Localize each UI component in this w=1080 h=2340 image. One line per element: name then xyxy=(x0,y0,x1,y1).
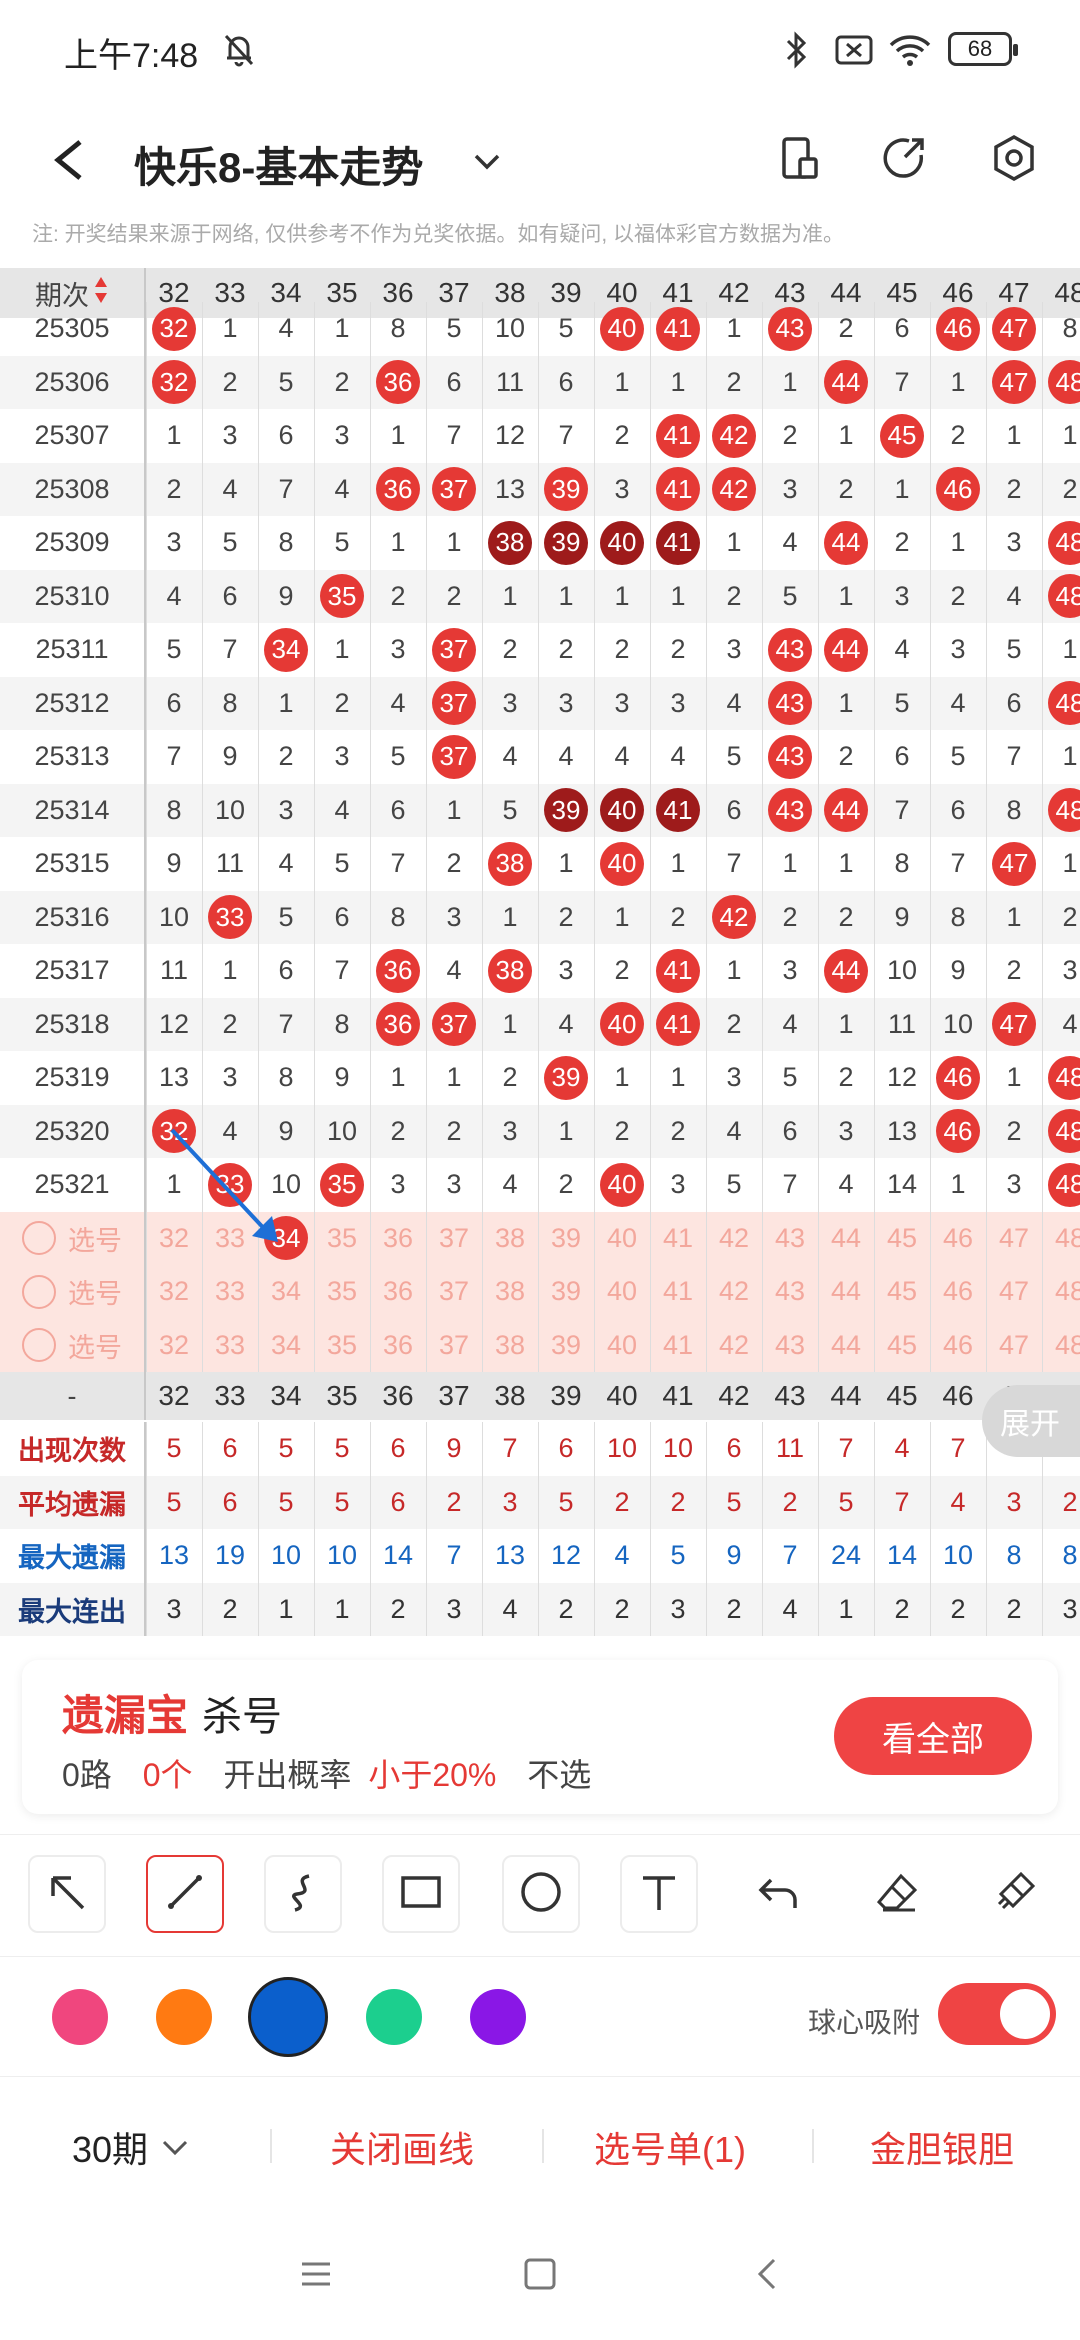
color-swatch-orange[interactable] xyxy=(156,1989,212,2045)
pick-list-button[interactable]: 选号单(1) xyxy=(594,2121,746,2173)
brush-icon xyxy=(993,1870,1037,1919)
color-swatch-purple[interactable] xyxy=(470,1989,526,2045)
status-bar: 上午7:48 68 xyxy=(0,0,1080,100)
arrow-tool-button[interactable] xyxy=(28,1855,106,1933)
clear-brush-button[interactable] xyxy=(976,1855,1054,1933)
layout-switch-button[interactable] xyxy=(760,118,840,198)
eraser-icon xyxy=(875,1870,919,1919)
drawn-arrow[interactable] xyxy=(0,268,1080,1636)
menu-icon[interactable] xyxy=(296,2254,336,2299)
circle-icon xyxy=(519,1870,563,1919)
app-root: 上午7:48 68 快乐8-基本走势 注: 开奖结果来源于网络, 仅供参考不作为… xyxy=(0,0,1080,2340)
line-icon xyxy=(163,1870,207,1919)
promo-card: 遗漏宝 杀号 0路 0个 开出概率 小于20% 不选 看全部 xyxy=(22,1660,1058,1814)
header: 快乐8-基本走势 注: 开奖结果来源于网络, 仅供参考不作为兑奖依据。如有疑问,… xyxy=(0,100,1080,280)
promo-prob-value: 小于20% xyxy=(368,1757,497,1793)
divider xyxy=(542,2129,544,2163)
settings-button[interactable] xyxy=(974,118,1054,198)
rectangle-icon xyxy=(399,1870,443,1919)
dan-button[interactable]: 金胆银胆 xyxy=(870,2121,1014,2173)
close-line-button[interactable]: 关闭画线 xyxy=(330,2121,474,2173)
expand-button[interactable]: 展开 xyxy=(982,1385,1080,1457)
eraser-button[interactable] xyxy=(858,1855,936,1933)
period-select-label: 30期 xyxy=(72,2129,149,2170)
color-picker: 球心吸附 xyxy=(0,1956,1080,2076)
text-tool-button[interactable] xyxy=(620,1855,698,1933)
rectangle-tool-button[interactable] xyxy=(382,1855,460,1933)
promo-summary: 0路 0个 开出概率 小于20% 不选 xyxy=(62,1750,591,1796)
undo-button[interactable] xyxy=(740,1855,818,1933)
curve-icon xyxy=(281,1870,325,1919)
mute-bell-icon xyxy=(222,30,256,70)
bluetooth-icon xyxy=(782,30,810,70)
trend-table: 期次 32 33 34 35 36 37 38 39 40 41 42 43 44 45 46 47 48 2530… xyxy=(0,268,1080,1636)
view-all-button[interactable]: 看全部 xyxy=(834,1697,1032,1775)
back-nav-icon[interactable] xyxy=(748,2254,788,2299)
chevron-down-icon[interactable] xyxy=(470,134,504,207)
snap-label: 球心吸附 xyxy=(808,2007,921,2038)
divider xyxy=(270,2129,272,2163)
bottom-action-bar: 30期 关闭画线 选号单(1) 金胆银胆 xyxy=(0,2076,1080,2210)
undo-icon xyxy=(757,1870,801,1919)
divider xyxy=(812,2129,814,2163)
system-nav-bar xyxy=(0,2210,1080,2340)
home-icon[interactable] xyxy=(520,2254,560,2299)
promo-route: 0路 xyxy=(62,1757,112,1793)
circle-tool-button[interactable] xyxy=(502,1855,580,1933)
status-time: 上午7:48 xyxy=(64,37,199,75)
promo-advice: 不选 xyxy=(527,1757,592,1793)
drawing-toolbar xyxy=(0,1834,1080,1954)
wifi-icon xyxy=(888,30,932,70)
period-select[interactable]: 30期 xyxy=(72,2121,192,2173)
chevron-down-icon xyxy=(158,2129,192,2170)
sim-icon xyxy=(834,30,874,70)
promo-prob-label: 开出概率 xyxy=(223,1757,352,1793)
arrow-up-left-icon xyxy=(45,1870,89,1919)
share-button[interactable] xyxy=(864,118,944,198)
curve-tool-button[interactable] xyxy=(264,1855,342,1933)
color-swatch-blue[interactable] xyxy=(248,1977,328,2057)
back-button[interactable] xyxy=(50,120,100,200)
line-tool-button[interactable] xyxy=(146,1855,224,1933)
text-icon xyxy=(637,1870,681,1919)
snap-toggle[interactable] xyxy=(938,1983,1056,2045)
color-swatch-pink[interactable] xyxy=(52,1989,108,2045)
battery-icon: 68 xyxy=(948,32,1018,66)
disclaimer-note: 注: 开奖结果来源于网络, 仅供参考不作为兑奖依据。如有疑问, 以福体彩官方数据… xyxy=(32,223,845,246)
promo-title: 杀号 xyxy=(202,1695,282,1739)
promo-title-red: 遗漏宝 xyxy=(62,1692,189,1739)
page-title[interactable]: 快乐8-基本走势 xyxy=(134,134,423,195)
promo-count: 0个 xyxy=(142,1757,193,1793)
color-swatch-green[interactable] xyxy=(366,1989,422,2045)
